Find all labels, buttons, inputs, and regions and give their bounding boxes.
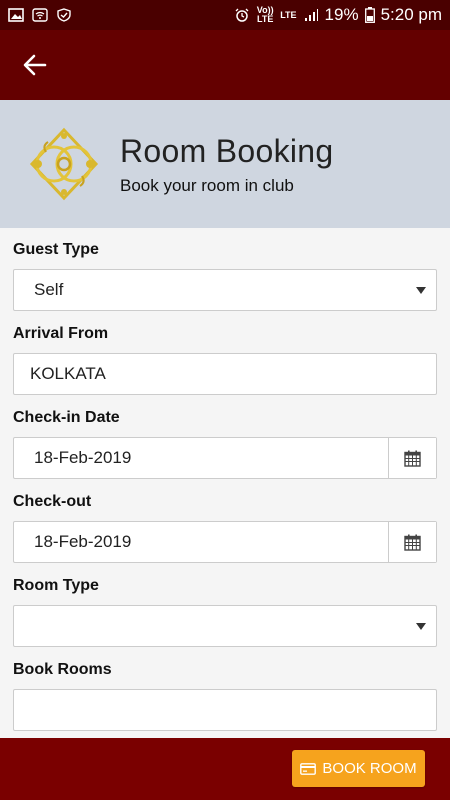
status-icons-right: Vo)) LTE LTE 19% 5:20 pm (234, 5, 442, 25)
wifi-icon (32, 8, 48, 22)
back-button[interactable] (20, 50, 50, 80)
calendar-icon (404, 450, 421, 467)
check-out-value: 18-Feb-2019 (34, 532, 132, 551)
arrow-left-icon (23, 54, 47, 76)
dropdown-arrow-icon (410, 286, 432, 294)
check-in-value: 18-Feb-2019 (34, 448, 132, 467)
page-header: Room Booking Book your room in club (0, 100, 450, 228)
app-bar (0, 30, 450, 100)
page-title: Room Booking (120, 132, 334, 169)
club-logo (29, 127, 99, 201)
guest-type-label: Guest Type (13, 241, 99, 258)
battery-icon (364, 7, 375, 23)
header-text: Room Booking Book your room in club (120, 133, 334, 196)
room-type-select[interactable] (13, 605, 437, 647)
image-icon (8, 8, 24, 22)
footer-bar: BOOK ROOM (0, 738, 450, 800)
shield-check-icon (57, 8, 71, 22)
battery-percent: 19% (324, 5, 359, 24)
guest-type-select[interactable]: Self (13, 269, 437, 311)
check-in-date-field[interactable]: 18-Feb-2019 (13, 437, 437, 479)
check-out-label: Check-out (13, 493, 92, 510)
arrival-from-value: KOLKATA (30, 364, 106, 383)
arrival-from-label: Arrival From (13, 325, 109, 342)
volte-indicator: Vo)) LTE (256, 5, 274, 24)
book-rooms-label: Book Rooms (13, 661, 112, 678)
dropdown-arrow-icon (410, 622, 432, 630)
arrival-from-input[interactable]: KOLKATA (13, 353, 437, 395)
calendar-icon (404, 534, 421, 551)
book-room-label: BOOK ROOM (322, 760, 417, 777)
book-rooms-input[interactable] (13, 689, 437, 731)
alarm-icon (235, 8, 249, 22)
page-subtitle: Book your room in club (120, 175, 294, 195)
guest-type-value: Self (34, 280, 64, 299)
check-in-label: Check-in Date (13, 409, 120, 426)
credit-card-icon (300, 762, 317, 775)
book-room-button[interactable]: BOOK ROOM (292, 750, 425, 787)
signal-icon (304, 9, 318, 21)
lte-indicator: LTE (280, 9, 297, 20)
clock: 5:20 pm (380, 5, 442, 24)
room-type-label: Room Type (13, 577, 99, 594)
status-icons-left (8, 8, 72, 22)
booking-form: Guest Type Self Arrival From KOLKATA Che… (0, 228, 450, 738)
status-bar: Vo)) LTE LTE 19% 5:20 pm (0, 0, 450, 30)
check-out-calendar-button[interactable] (388, 522, 436, 562)
check-out-date-field[interactable]: 18-Feb-2019 (13, 521, 437, 563)
check-in-calendar-button[interactable] (388, 438, 436, 478)
